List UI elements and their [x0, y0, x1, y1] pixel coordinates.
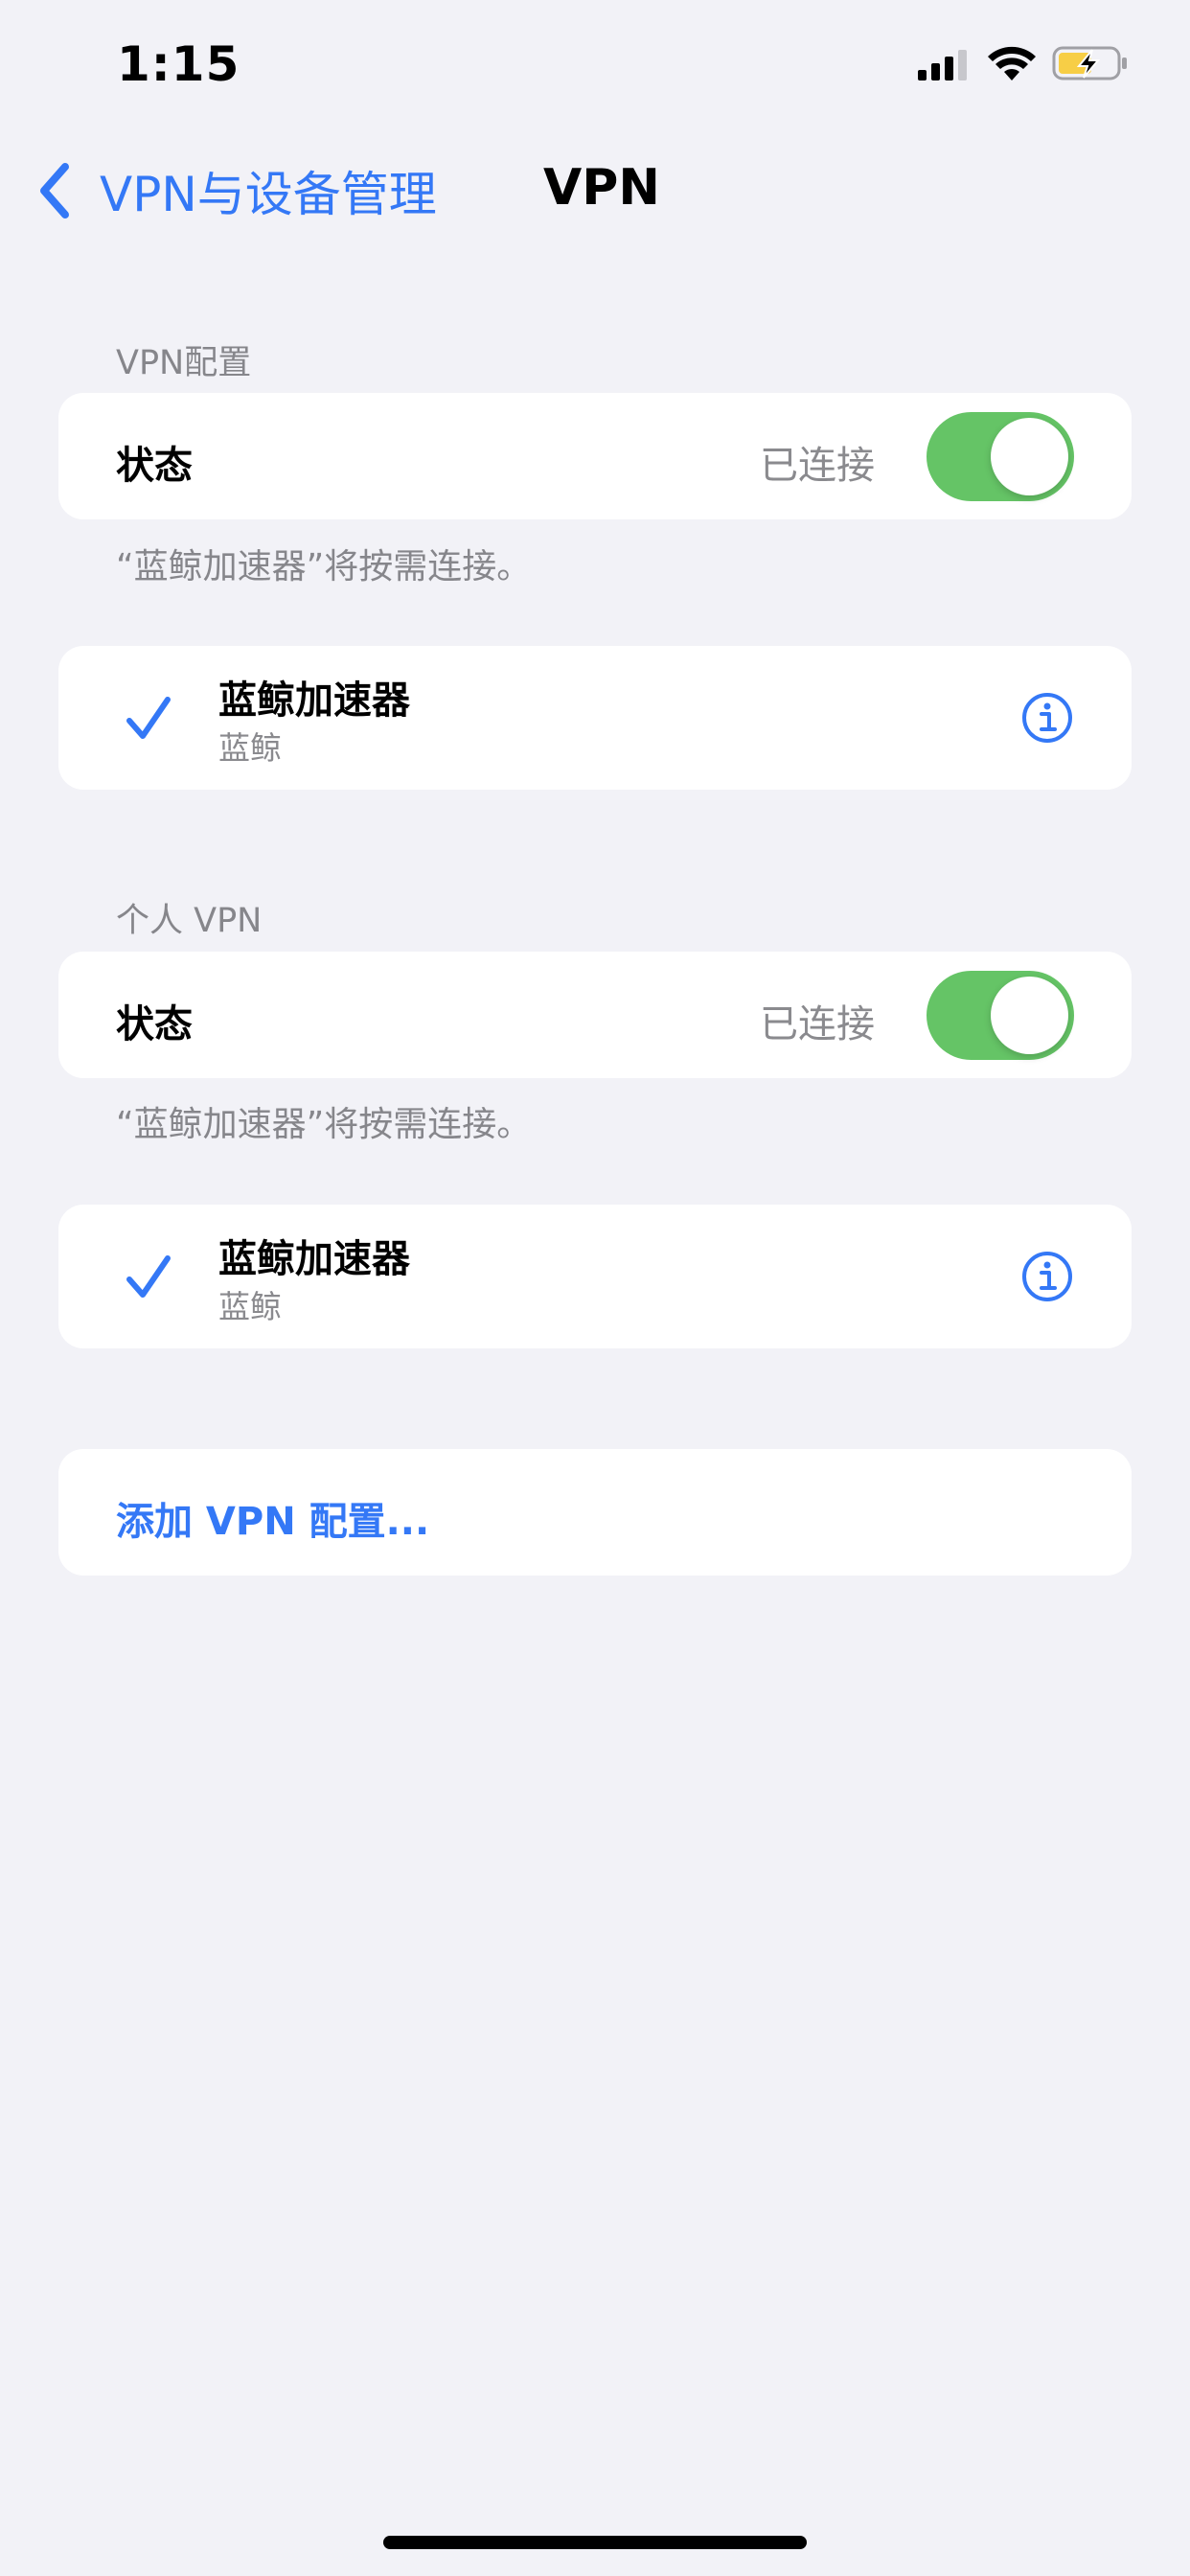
vpn-item-row[interactable]: 蓝鲸加速器 蓝鲸 — [58, 646, 1132, 790]
home-indicator[interactable] — [383, 2536, 807, 2549]
vpn-item-row[interactable]: 蓝鲸加速器 蓝鲸 — [58, 1205, 1132, 1348]
status-label: 状态 — [116, 1002, 193, 1046]
back-button-label: VPN与设备管理 — [100, 167, 437, 222]
cellular-signal-icon — [918, 50, 967, 80]
vpn-item-subtitle: 蓝鲸 — [218, 729, 282, 767]
toggle-knob — [991, 418, 1068, 495]
personal-vpn-toggle[interactable] — [927, 971, 1074, 1060]
add-vpn-config-button[interactable]: 添加 VPN 配置... — [116, 1490, 429, 1546]
checkmark-icon — [126, 697, 171, 739]
wifi-icon — [988, 46, 1036, 80]
status-row-personal-vpn: 状态 已连接 — [58, 952, 1132, 1078]
status-value: 已连接 — [760, 444, 875, 488]
section-header-vpn-config: VPN配置 — [116, 344, 252, 382]
info-circle-icon[interactable] — [1020, 691, 1074, 745]
chevron-left-icon — [40, 163, 69, 218]
battery-charging-icon — [1052, 46, 1127, 80]
back-button[interactable]: VPN与设备管理 — [34, 157, 437, 224]
vpn-item-subtitle: 蓝鲸 — [218, 1288, 282, 1325]
info-circle-icon[interactable] — [1020, 1250, 1074, 1303]
status-label: 状态 — [116, 444, 193, 488]
vpn-item-name: 蓝鲸加速器 — [218, 678, 410, 723]
status-value: 已连接 — [760, 1002, 875, 1046]
toggle-knob — [991, 977, 1068, 1054]
section-footer-personal-vpn: “蓝鲸加速器”将按需连接。 — [116, 1105, 532, 1144]
vpn-item-name: 蓝鲸加速器 — [218, 1237, 410, 1281]
status-row-vpn-config: 状态 已连接 — [58, 393, 1132, 519]
section-header-personal-vpn: 个人 VPN — [116, 902, 263, 940]
section-footer-vpn-config: “蓝鲸加速器”将按需连接。 — [116, 547, 532, 586]
add-vpn-config-row[interactable]: 添加 VPN 配置... — [58, 1449, 1132, 1576]
page-title: VPN — [543, 159, 660, 217]
checkmark-icon — [126, 1255, 171, 1298]
vpn-config-toggle[interactable] — [927, 412, 1074, 501]
status-time: 1:15 — [117, 36, 240, 92]
